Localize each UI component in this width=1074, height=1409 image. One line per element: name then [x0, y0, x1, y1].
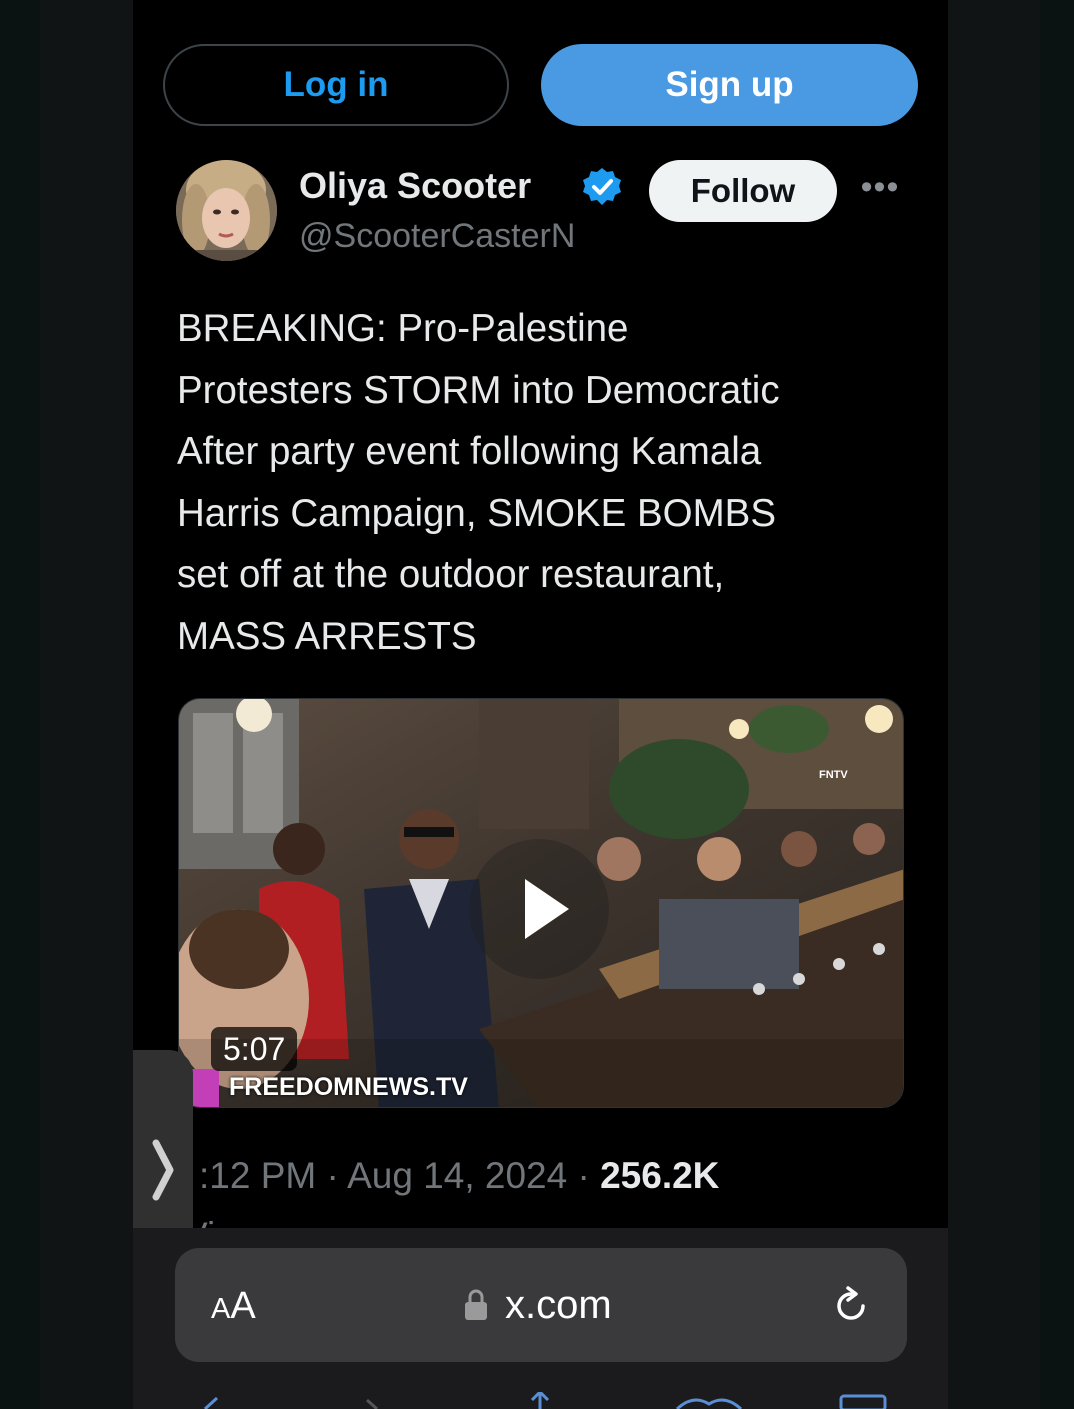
reload-icon[interactable] — [829, 1284, 873, 1328]
text-size-button[interactable]: AA — [211, 1284, 291, 1328]
user-handle[interactable]: @ScooterCasterN — [299, 214, 629, 258]
login-button[interactable]: Log in — [163, 44, 509, 126]
right-backdrop — [948, 0, 1040, 1409]
tweet-text: BREAKING: Pro-Palestine Protesters STORM… — [177, 307, 780, 658]
meta-separator: · — [567, 1155, 601, 1196]
left-backdrop — [40, 0, 134, 1409]
play-icon — [525, 879, 569, 939]
display-name[interactable]: Oliya Scooter — [299, 164, 581, 208]
tweet-time[interactable]: :12 PM — [199, 1155, 316, 1196]
tweet-metadata: :12 PM · Aug 14, 2024 · 256.2K — [199, 1150, 899, 1202]
lock-icon — [465, 1289, 487, 1320]
tweet-date[interactable]: Aug 14, 2024 — [347, 1155, 567, 1196]
address-bar[interactable]: AA x.com — [175, 1248, 907, 1362]
meta-separator: · — [316, 1155, 348, 1196]
phone-screen: Log in Sign up Oliya Scooter @ScooterCas… — [133, 0, 948, 1409]
avatar-image — [176, 160, 277, 261]
video-duration: 5:07 — [211, 1027, 298, 1071]
corner-logo: FNTV — [819, 769, 848, 781]
toolbar-icons-partial — [203, 1392, 887, 1409]
chevron-right-icon — [152, 1139, 174, 1201]
avatar[interactable] — [176, 160, 277, 261]
more-icon[interactable]: ••• — [857, 170, 903, 208]
video-watermark: FREEDOMNEWS.TV — [229, 1073, 468, 1101]
play-button[interactable] — [469, 839, 609, 979]
views-count: 256.2K — [600, 1155, 720, 1196]
browser-bottom-bar: AA x.com — [133, 1228, 948, 1409]
follow-button[interactable]: Follow — [649, 160, 837, 222]
views-label: Views — [183, 1210, 383, 1228]
verified-badge-icon — [583, 168, 621, 205]
video-player[interactable]: FNTV 5:07 FREEDOMNEWS.TV — [178, 698, 904, 1108]
url-text[interactable]: x.com — [505, 1278, 612, 1332]
signup-button[interactable]: Sign up — [541, 44, 918, 126]
